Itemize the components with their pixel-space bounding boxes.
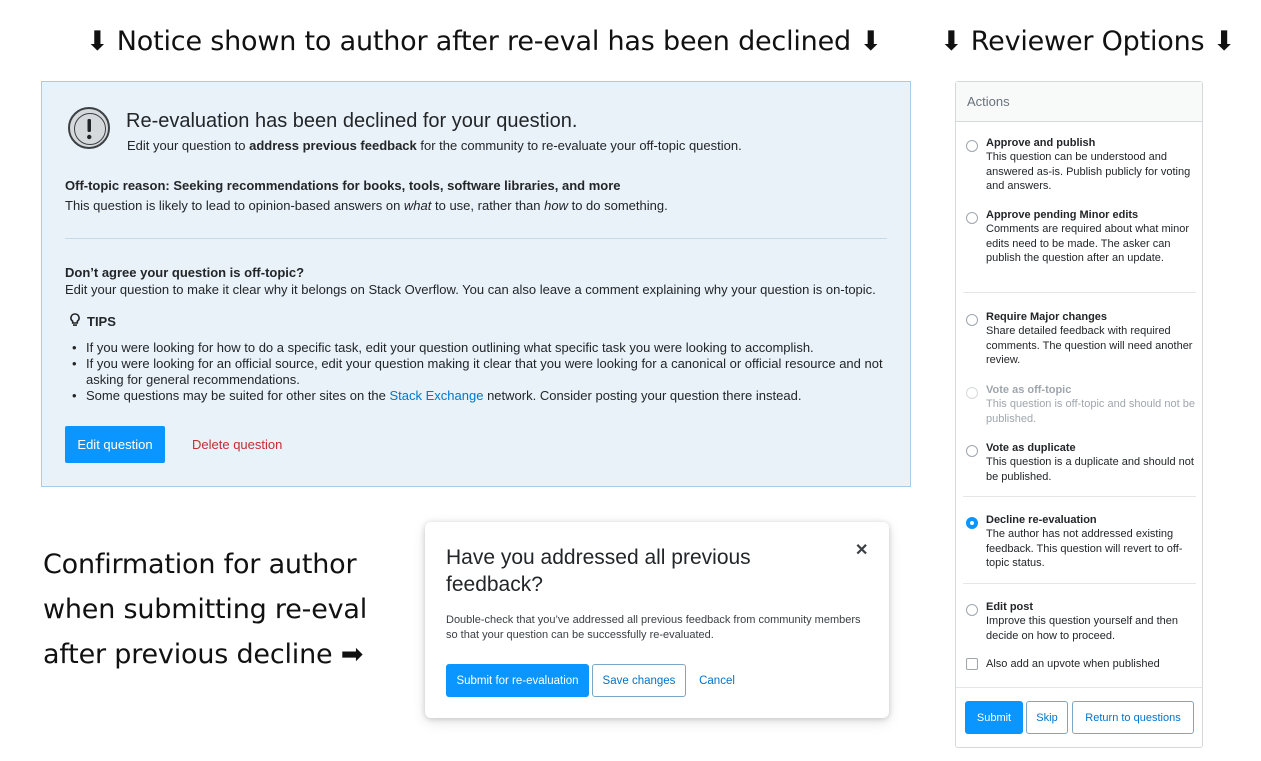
option-require-major-changes[interactable]: Require Major changes Share detailed fee… xyxy=(966,310,1196,368)
confirmation-caption-line: when submitting re-eval xyxy=(43,594,368,625)
confirmation-caption-line: after previous decline ➡ xyxy=(43,639,364,670)
option-description: This question is a duplicate and should … xyxy=(986,456,1194,483)
option-description: Improve this question yourself and then … xyxy=(986,615,1179,642)
tips-label: TIPS xyxy=(87,314,116,329)
confirmation-modal: Have you addressed all previous feedback… xyxy=(425,522,889,718)
notice-title: Re-evaluation has been declined for your… xyxy=(126,110,578,132)
return-to-questions-button[interactable]: Return to questions xyxy=(1072,701,1194,734)
option-separator xyxy=(963,583,1196,584)
off-topic-reason-title: Off-topic reason: Seeking recommendation… xyxy=(65,178,621,193)
modal-title: Have you addressed all previous feedback… xyxy=(446,546,751,596)
modal-body: Double-check that you’ve addressed all p… xyxy=(446,614,861,641)
radio-button xyxy=(966,387,978,399)
radio-button[interactable] xyxy=(966,604,978,616)
exclamation-circle-icon xyxy=(68,107,110,149)
option-title: Vote as duplicate xyxy=(986,442,1076,454)
upvote-checkbox-row[interactable]: Also add an upvote when published xyxy=(966,658,1160,670)
option-description: The author has not addressed existing fe… xyxy=(986,528,1183,569)
option-description: This question is off-topic and should no… xyxy=(986,398,1195,425)
option-decline-reevaluation[interactable]: Decline re-evaluation The author has not… xyxy=(966,513,1196,571)
upvote-checkbox[interactable] xyxy=(966,658,978,670)
close-icon[interactable]: ✕ xyxy=(855,540,868,560)
tips-list: If you were looking for how to do a spec… xyxy=(72,340,892,404)
save-changes-button[interactable]: Save changes xyxy=(592,664,686,697)
edit-question-button[interactable]: Edit question xyxy=(65,426,165,463)
option-title: Approve pending Minor edits xyxy=(986,209,1139,221)
radio-button[interactable] xyxy=(966,445,978,457)
delete-question-button[interactable]: Delete question xyxy=(192,437,282,452)
tip-item: If you were looking for how to do a spec… xyxy=(72,340,892,356)
footer-separator xyxy=(956,687,1202,688)
reviewer-actions-panel: Actions Approve and publish This questio… xyxy=(955,81,1203,748)
option-title: Decline re-evaluation xyxy=(986,514,1097,526)
radio-button[interactable] xyxy=(966,314,978,326)
actions-header: Actions xyxy=(956,82,1202,122)
option-title: Edit post xyxy=(986,601,1034,613)
option-description: Share detailed feedback with required co… xyxy=(986,325,1193,366)
confirmation-caption-line: Confirmation for author xyxy=(43,549,357,580)
radio-button[interactable] xyxy=(966,140,978,152)
lightbulb-icon xyxy=(70,313,80,330)
submit-button[interactable]: Submit xyxy=(965,701,1023,734)
option-vote-off-topic: Vote as off-topic This question is off-t… xyxy=(966,383,1196,426)
stack-exchange-link[interactable]: Stack Exchange xyxy=(390,388,484,403)
notice-divider xyxy=(65,238,887,239)
option-separator xyxy=(963,292,1196,293)
option-description: This question can be understood and answ… xyxy=(986,151,1191,192)
option-title: Require Major changes xyxy=(986,311,1108,323)
notice-subtitle: Edit your question to address previous f… xyxy=(127,138,742,153)
option-description: Comments are required about what minor e… xyxy=(986,223,1189,264)
skip-button[interactable]: Skip xyxy=(1026,701,1068,734)
tip-item: Some questions may be suited for other s… xyxy=(72,388,892,404)
declined-notice-panel: Re-evaluation has been declined for your… xyxy=(41,81,911,487)
option-edit-post[interactable]: Edit post Improve this question yourself… xyxy=(966,600,1196,643)
disagree-text: Edit your question to make it clear why … xyxy=(65,282,876,297)
submit-for-reevaluation-button[interactable]: Submit for re-evaluation xyxy=(446,664,589,697)
option-vote-duplicate[interactable]: Vote as duplicate This question is a dup… xyxy=(966,441,1196,484)
radio-button-selected[interactable] xyxy=(966,517,978,529)
notice-caption: ⬇ Notice shown to author after re-eval h… xyxy=(86,26,882,57)
option-title: Approve and publish xyxy=(986,137,1096,149)
option-approve-minor-edits[interactable]: Approve pending Minor edits Comments are… xyxy=(966,208,1196,266)
tips-heading: TIPS xyxy=(70,313,116,330)
option-separator xyxy=(963,496,1196,497)
upvote-label: Also add an upvote when published xyxy=(986,658,1160,670)
disagree-title: Don’t agree your question is off-topic? xyxy=(65,265,305,280)
radio-button[interactable] xyxy=(966,212,978,224)
off-topic-reason-text: This question is likely to lead to opini… xyxy=(65,198,668,213)
confirmation-caption: Confirmation for author when submitting … xyxy=(43,542,383,677)
option-approve-publish[interactable]: Approve and publish This question can be… xyxy=(966,136,1196,194)
reviewer-caption: ⬇ Reviewer Options ⬇ xyxy=(940,26,1236,57)
option-title: Vote as off-topic xyxy=(986,384,1072,396)
cancel-button[interactable]: Cancel xyxy=(689,664,745,697)
tip-item: If you were looking for an official sour… xyxy=(72,356,892,388)
